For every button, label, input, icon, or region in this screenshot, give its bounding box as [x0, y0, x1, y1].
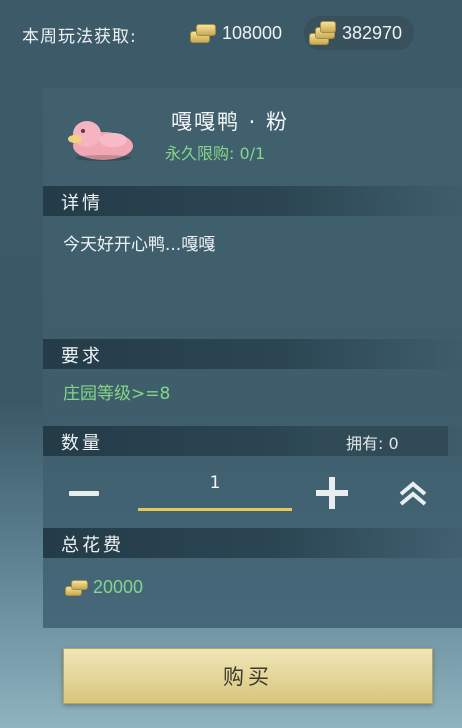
- buy-button-label: 购买: [223, 665, 273, 689]
- requirement-text: 庄园等级>=8: [63, 384, 171, 404]
- weekly-gain-label: 本周玩法获取:: [22, 27, 137, 47]
- details-title: 详情: [61, 193, 103, 214]
- buy-button[interactable]: 购买: [63, 648, 433, 704]
- purchase-panel: 嘎嘎鸭 · 粉 永久限购: 0/1 详情 今天好开心鸭...嘎嘎 要求 庄园等级…: [43, 88, 462, 628]
- decrease-quantity-button[interactable]: [67, 478, 103, 508]
- gold-ingot-stack-icon: [306, 21, 336, 45]
- top-currency-bar: 本周玩法获取: 108000 382970: [0, 0, 462, 64]
- requirement-title: 要求: [61, 346, 103, 367]
- item-description: 今天好开心鸭...嘎嘎: [63, 235, 216, 255]
- item-header: 嘎嘎鸭 · 粉 永久限购: 0/1: [43, 88, 462, 184]
- total-cost: 20000: [63, 576, 143, 598]
- quantity-title: 数量: [61, 433, 103, 454]
- quantity-underline: [138, 508, 292, 511]
- total-cost-value: 20000: [93, 576, 144, 597]
- max-quantity-chevron-up-icon[interactable]: [397, 476, 429, 510]
- gold-ingot-icon: [63, 576, 89, 598]
- total-cost-section-header: 总花费: [43, 528, 462, 558]
- quantity-stepper: 1: [43, 464, 462, 524]
- currency-2-value: 382970: [342, 22, 403, 43]
- total-cost-title: 总花费: [61, 535, 124, 556]
- gold-ingot-icon: [186, 21, 216, 45]
- currency-display-2: 382970: [304, 16, 415, 50]
- requirement-section-header: 要求: [43, 339, 462, 369]
- quantity-input[interactable]: 1: [138, 466, 292, 500]
- pink-duck-icon: [68, 121, 133, 161]
- currency-1-value: 108000: [222, 22, 283, 43]
- owned-count: 拥有: 0: [346, 434, 399, 453]
- owned-count-box: 拥有: 0: [314, 426, 448, 456]
- increase-quantity-button[interactable]: [315, 476, 349, 510]
- purchase-limit: 永久限购: 0/1: [165, 144, 266, 163]
- currency-display-1: 108000: [186, 16, 282, 50]
- details-section-header: 详情: [43, 186, 462, 216]
- item-name: 嘎嘎鸭 · 粉: [171, 110, 290, 134]
